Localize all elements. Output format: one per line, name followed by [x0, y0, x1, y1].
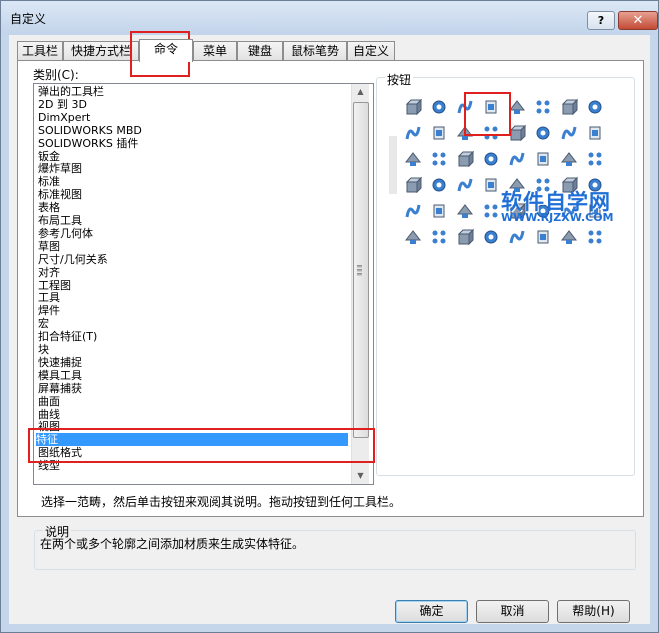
tab-mouse-gestures[interactable]: 鼠标笔势	[283, 41, 347, 60]
description-group: 说明 在两个或多个轮廓之间添加材质来生成实体特征。	[34, 523, 636, 570]
hole-series-icon[interactable]	[430, 228, 448, 246]
deform-icon[interactable]	[430, 202, 448, 220]
split-line-icon[interactable]	[430, 176, 448, 194]
category-item[interactable]: 焊件	[38, 304, 60, 317]
delete-face-icon[interactable]	[482, 176, 500, 194]
help-icon[interactable]: ?	[587, 11, 615, 30]
simple-hole-icon[interactable]	[456, 228, 474, 246]
buttons-group: 按钮	[376, 71, 635, 476]
category-item[interactable]: 标准	[38, 175, 60, 188]
swept-cut-icon[interactable]	[404, 124, 422, 142]
feature-check-icon[interactable]	[560, 228, 578, 246]
grip-icon: ═ ═ ═	[357, 262, 362, 279]
highlight-feature-category	[28, 428, 375, 463]
category-item[interactable]: 弹出的工具栏	[38, 85, 104, 98]
scroll-thumb[interactable]: ═ ═ ═	[353, 102, 369, 438]
revolved-cut-icon[interactable]	[586, 98, 604, 116]
highlight-loft-button	[464, 92, 511, 136]
tab-toolbars[interactable]: 工具栏	[17, 41, 63, 60]
buttons-label: 按钮	[385, 71, 414, 88]
move-face-icon[interactable]	[456, 176, 474, 194]
category-item[interactable]: SOLIDWORKS MBD	[38, 124, 142, 137]
tab-commands[interactable]: 命令	[139, 39, 193, 62]
ok-button[interactable]: 确定	[395, 600, 468, 623]
mirror-icon[interactable]	[534, 150, 552, 168]
tab-menus[interactable]: 菜单	[193, 41, 237, 60]
sketch-pattern-icon[interactable]	[586, 150, 604, 168]
delete-body-icon[interactable]	[404, 228, 422, 246]
dome-icon[interactable]	[404, 150, 422, 168]
flex-icon[interactable]	[404, 202, 422, 220]
instant3d-icon[interactable]	[534, 228, 552, 246]
table-pattern-icon[interactable]	[482, 202, 500, 220]
tab-keyboard[interactable]: 键盘	[237, 41, 283, 60]
rib-icon[interactable]	[534, 124, 552, 142]
cancel-button[interactable]: 取消	[476, 600, 549, 623]
dialog-client: 工具栏 快捷方式栏 命令 菜单 键盘 鼠标笔势 自定义 类别(C): ▲ ═ ═ ═…	[9, 35, 650, 624]
category-item[interactable]: 曲面	[38, 395, 60, 408]
advanced-hole-icon[interactable]	[482, 228, 500, 246]
category-item[interactable]: 2D 到 3D	[38, 98, 87, 111]
revolved-boss-icon[interactable]	[430, 98, 448, 116]
extruded-boss-icon[interactable]	[404, 98, 422, 116]
category-item[interactable]: 布局工具	[38, 214, 82, 227]
scroll-down-icon[interactable]: ▼	[352, 468, 369, 484]
draft-icon[interactable]	[586, 124, 604, 142]
description-text: 在两个或多个轮廓之间添加材质来生成实体特征。	[40, 537, 305, 551]
title-bar[interactable]: 自定义 ? ✕	[1, 1, 658, 35]
hint-text: 选择一范畴，然后单击按钮来观阅其说明。拖动按钮到任何工具栏。	[41, 495, 402, 509]
category-label: 类别(C):	[33, 68, 79, 82]
category-item[interactable]: 标准视图	[38, 188, 82, 201]
category-item[interactable]: 模具工具	[38, 369, 82, 382]
extruded-cut-icon[interactable]	[534, 98, 552, 116]
wrap-icon[interactable]	[430, 150, 448, 168]
linear-pattern-icon[interactable]	[482, 150, 500, 168]
toolbar-strip	[389, 136, 397, 194]
category-item[interactable]: 草图	[38, 240, 60, 253]
category-item[interactable]: 工程图	[38, 279, 71, 292]
category-item[interactable]: 快速捕捉	[38, 356, 82, 369]
category-item[interactable]: 尺寸/几何关系	[38, 253, 108, 266]
shell-icon[interactable]	[560, 124, 578, 142]
help-button[interactable]: 帮助(H)	[557, 600, 630, 623]
watermark-url: WWW.RJZXW.COM	[501, 211, 614, 224]
category-item[interactable]: 钣金	[38, 150, 60, 163]
category-item[interactable]: DimXpert	[38, 111, 90, 124]
curve-pattern-icon[interactable]	[560, 150, 578, 168]
category-item[interactable]: 宏	[38, 317, 49, 330]
category-scrollbar[interactable]: ▲ ═ ═ ═ ▼	[351, 84, 369, 484]
category-item[interactable]: 对齐	[38, 266, 60, 279]
category-item[interactable]: 曲线	[38, 408, 60, 421]
window-title: 自定义	[10, 12, 47, 26]
library-feature-icon[interactable]	[508, 228, 526, 246]
category-item[interactable]: 屏幕捕获	[38, 382, 82, 395]
tab-shortcut-bars[interactable]: 快捷方式栏	[63, 41, 139, 60]
category-item[interactable]: 爆炸草图	[38, 162, 82, 175]
tab-customization[interactable]: 自定义	[347, 41, 395, 60]
circular-pattern-icon[interactable]	[508, 150, 526, 168]
category-list[interactable]: ▲ ═ ═ ═ ▼ 弹出的工具栏 2D 到 3D DimXpert SOLIDWORKS …	[33, 83, 374, 485]
category-item[interactable]: 扣合特征(T)	[38, 330, 97, 343]
hole-wizard-icon[interactable]	[560, 98, 578, 116]
category-item[interactable]: 表格	[38, 201, 60, 214]
category-item[interactable]: 块	[38, 343, 49, 356]
scroll-up-icon[interactable]: ▲	[352, 84, 369, 100]
category-item[interactable]: SOLIDWORKS 插件	[38, 137, 138, 150]
lofted-cut-icon[interactable]	[430, 124, 448, 142]
scale-icon[interactable]	[456, 202, 474, 220]
3d-texture-icon[interactable]	[586, 228, 604, 246]
close-icon[interactable]: ✕	[618, 11, 658, 30]
freeform-icon[interactable]	[404, 176, 422, 194]
customize-dialog: 自定义 ? ✕ 工具栏 快捷方式栏 命令 菜单 键盘 鼠标笔势 自定义 类别(C…	[0, 0, 659, 633]
category-item[interactable]: 参考几何体	[38, 227, 93, 240]
category-item[interactable]: 工具	[38, 291, 60, 304]
intersect-icon[interactable]	[456, 150, 474, 168]
